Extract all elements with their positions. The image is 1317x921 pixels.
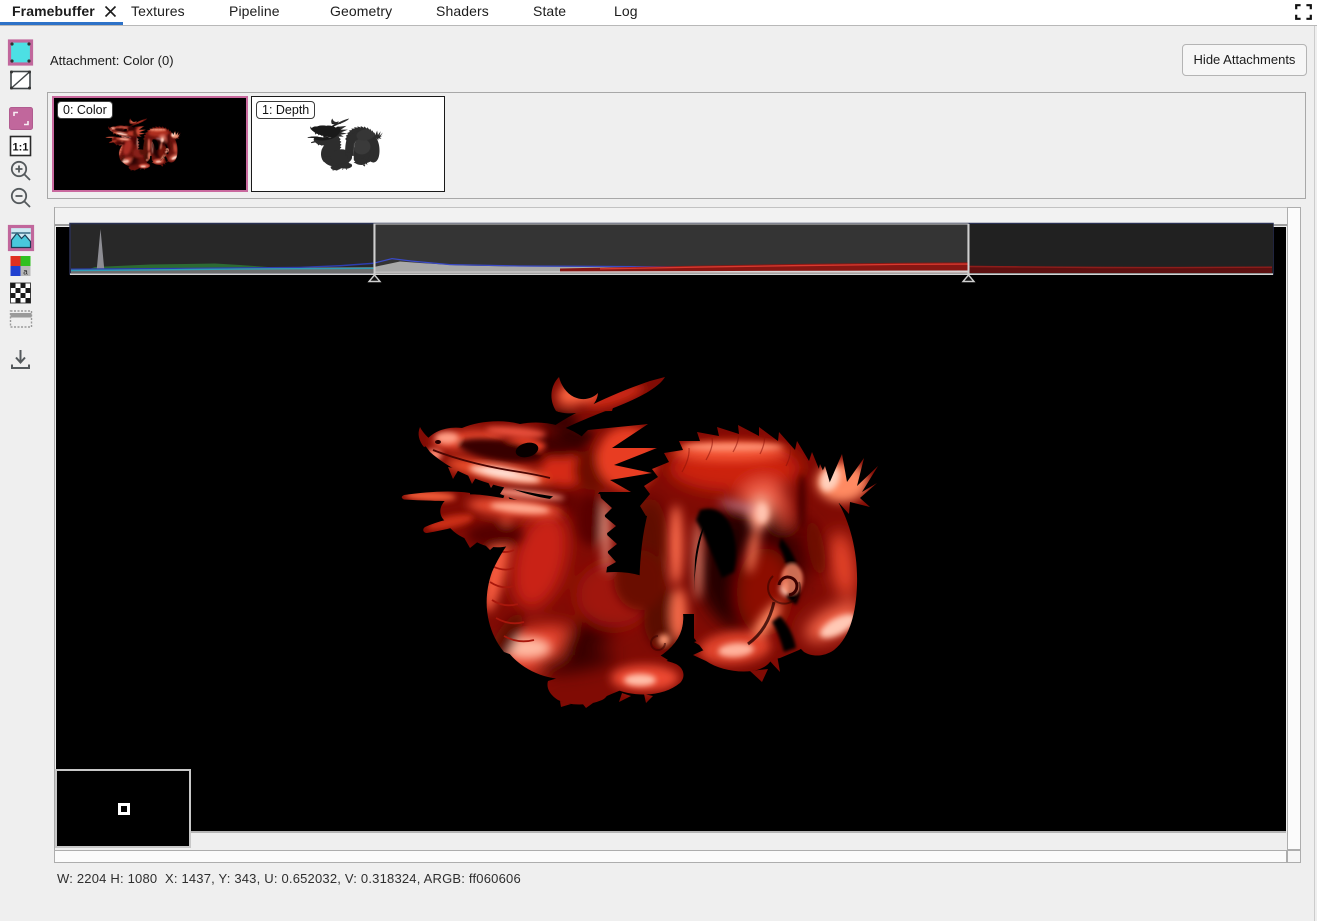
svg-text:a: a [23, 268, 28, 277]
svg-text:1:1: 1:1 [13, 142, 29, 154]
